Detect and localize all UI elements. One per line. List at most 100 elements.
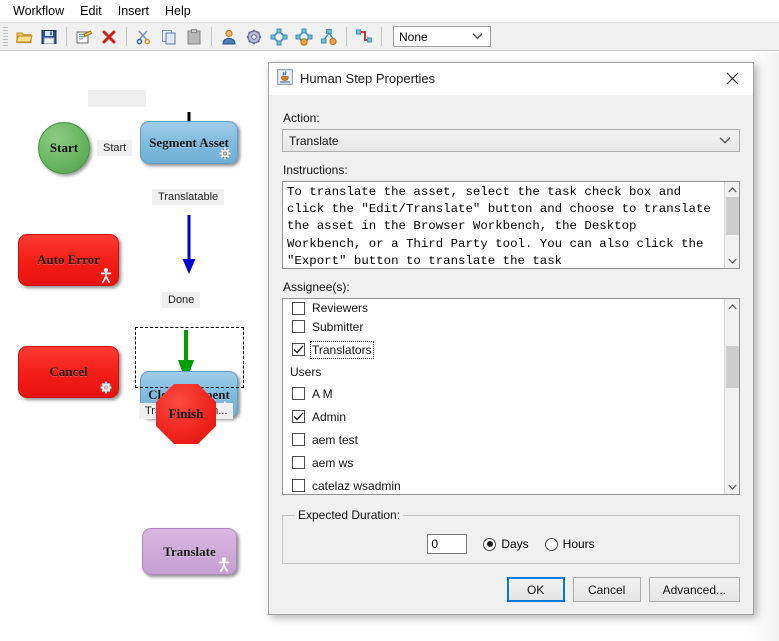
checkbox[interactable] [292, 320, 305, 333]
chevron-up-icon[interactable] [725, 182, 740, 197]
assignee-row-submitter[interactable]: Submitter [283, 315, 739, 338]
toolbar-separator [346, 27, 347, 46]
subworkflow-auto-icon[interactable] [292, 25, 316, 49]
instructions-scrollbar[interactable] [724, 182, 739, 268]
delete-x-icon[interactable] [97, 25, 121, 49]
workflow-node-auto-error[interactable]: Auto Error [18, 234, 119, 286]
toolbar-separator [126, 27, 127, 46]
assignee-label: Reviewers [312, 301, 369, 315]
scroll-track[interactable] [725, 197, 739, 253]
toolbar-separator [211, 27, 212, 46]
scroll-thumb[interactable] [726, 346, 739, 388]
node-label: Cancel [49, 364, 88, 379]
scroll-thumb[interactable] [726, 197, 739, 235]
save-disk-icon[interactable] [37, 25, 61, 49]
workflow-node-segment-asset[interactable]: Segment Asset [140, 121, 238, 164]
node-label: Auto Error [37, 252, 100, 267]
chevron-down-icon[interactable] [725, 253, 740, 268]
checkbox[interactable] [292, 387, 305, 400]
radio-label: Days [501, 537, 529, 551]
checkbox-checked[interactable] [292, 410, 305, 423]
paste-clipboard-icon[interactable] [182, 25, 206, 49]
action-combo[interactable]: Translate [282, 129, 740, 152]
menu-item-insert[interactable]: Insert [111, 2, 156, 20]
edge-label-done: Done [162, 292, 201, 308]
chevron-down-icon [719, 133, 731, 147]
chevron-down-icon[interactable] [725, 479, 740, 494]
assignee-label: aem ws [312, 455, 354, 470]
node-label: Start [49, 140, 79, 155]
workflow-node-cancel[interactable]: Cancel [18, 346, 119, 398]
open-folder-icon[interactable] [12, 25, 36, 49]
connector-icon[interactable] [352, 25, 376, 49]
workflow-mode-combo[interactable]: None [393, 26, 491, 47]
instructions-textarea[interactable]: To translate the asset, select the task … [282, 181, 740, 269]
assignee-row-reviewers[interactable]: Reviewers [283, 299, 739, 315]
radio-hours[interactable]: Hours [544, 537, 595, 551]
assignee-rows: Reviewers Submitter Translators Users A … [283, 299, 739, 494]
expected-duration-legend: Expected Duration: [298, 508, 401, 522]
duration-row: 0 Days Hours [293, 534, 729, 554]
workflow-node-start[interactable]: Start [38, 122, 90, 174]
checkbox[interactable] [292, 433, 305, 446]
close-icon[interactable] [711, 63, 753, 94]
menu-item-workflow[interactable]: Workflow [6, 2, 71, 20]
toolbar: None [0, 22, 779, 51]
assignee-label: A M [312, 386, 333, 401]
menu-item-edit[interactable]: Edit [73, 2, 109, 20]
edge-label-translatable: Translatable [152, 189, 225, 205]
assignee-row-aem-ws[interactable]: aem ws [283, 451, 739, 474]
workflow-node-finish[interactable]: Finish [156, 384, 216, 444]
assignee-label: aem test [312, 432, 359, 447]
assignee-row-admin[interactable]: Admin [283, 405, 739, 428]
toolbar-separator [66, 27, 67, 46]
checkbox[interactable] [292, 456, 305, 469]
instructions-value: To translate the asset, select the task … [287, 185, 719, 268]
assignees-list[interactable]: Reviewers Submitter Translators Users A … [282, 298, 740, 495]
radio-button[interactable] [544, 537, 558, 551]
decision-node-icon[interactable] [317, 25, 341, 49]
dialog-titlebar[interactable]: Human Step Properties [269, 63, 753, 95]
chevron-down-icon [472, 29, 483, 43]
group-label: Users [290, 364, 322, 379]
properties-icon[interactable] [72, 25, 96, 49]
checkbox-checked[interactable] [292, 343, 305, 356]
dialog-body: Action: Translate Instructions: To trans… [269, 95, 753, 564]
person-icon [98, 267, 114, 283]
action-value: Translate [289, 133, 339, 148]
subworkflow-icon[interactable] [267, 25, 291, 49]
human-step-properties-dialog: Human Step Properties Action: Translate … [268, 62, 754, 615]
toolbar-separator [381, 27, 382, 46]
radio-button-selected[interactable] [483, 537, 497, 551]
node-label: Finish [168, 406, 204, 421]
action-label: Action: [283, 111, 320, 125]
assignee-label: Translators [310, 340, 374, 359]
toolbar-grip[interactable] [3, 26, 8, 47]
radio-days[interactable]: Days [483, 537, 529, 551]
human-step-icon[interactable] [217, 25, 241, 49]
assignee-row-catelaz-wsadmin[interactable]: catelaz wsadmin [283, 474, 739, 494]
node-label: Translate [163, 543, 216, 559]
menu-item-help[interactable]: Help [158, 2, 198, 20]
assignee-row-aem-test[interactable]: aem test [283, 428, 739, 451]
assignee-row-a-m[interactable]: A M [283, 382, 739, 405]
workflow-node-translate[interactable]: Translate [142, 528, 237, 575]
scroll-track[interactable] [725, 314, 739, 479]
checkbox[interactable] [292, 302, 305, 315]
assignees-scrollbar[interactable] [724, 299, 739, 494]
ok-button[interactable]: OK [506, 577, 565, 602]
gear-step-icon[interactable] [242, 25, 266, 49]
assignee-row-translators[interactable]: Translators [283, 338, 739, 361]
duration-input[interactable]: 0 [427, 534, 468, 554]
radio-label: Hours [562, 537, 595, 551]
gear-icon [217, 145, 233, 161]
cut-scissors-icon[interactable] [132, 25, 156, 49]
chevron-up-icon[interactable] [725, 299, 740, 314]
copy-pages-icon[interactable] [157, 25, 181, 49]
advanced-button[interactable]: Advanced... [648, 577, 740, 602]
cancel-button[interactable]: Cancel [572, 577, 641, 602]
checkbox[interactable] [292, 479, 305, 492]
dialog-title: Human Step Properties [300, 71, 436, 86]
instructions-label: Instructions: [283, 163, 348, 177]
gear-icon [98, 379, 114, 395]
